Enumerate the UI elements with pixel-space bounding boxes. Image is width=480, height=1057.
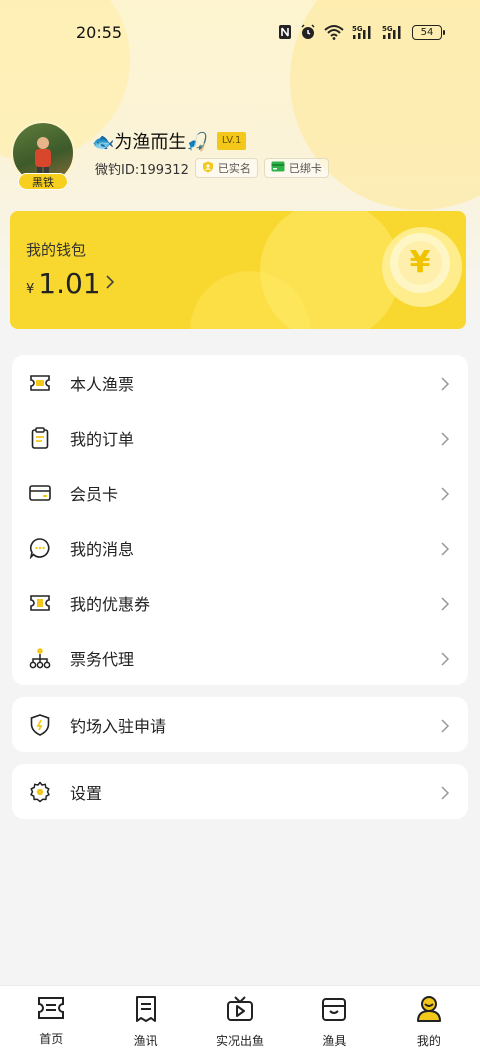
- shield-icon: [28, 713, 52, 737]
- news-icon: [133, 995, 159, 1027]
- member-card-icon: [28, 481, 52, 505]
- menu-label: 我的消息: [70, 539, 135, 559]
- tackle-shop-icon: [320, 995, 348, 1027]
- chevron-right-icon: [438, 718, 452, 733]
- status-time: 20:55: [76, 22, 123, 42]
- chevron-right-icon: [438, 785, 452, 800]
- menu-label: 我的订单: [70, 429, 135, 449]
- ticket-icon: [28, 371, 52, 395]
- tab-news[interactable]: 渔讯: [98, 986, 192, 1057]
- agent-network-icon: [28, 646, 52, 670]
- svg-text:5G: 5G: [352, 25, 363, 33]
- tab-home[interactable]: 首页: [4, 986, 98, 1057]
- tab-label: 实况出鱼: [216, 1034, 265, 1048]
- home-ticket-icon: [36, 995, 66, 1025]
- menu-item-settings[interactable]: 设置: [12, 764, 468, 819]
- order-clipboard-icon: [28, 426, 52, 450]
- chevron-right-icon: [438, 431, 452, 446]
- coupon-icon: [28, 591, 52, 615]
- profile-person-icon: [415, 995, 443, 1027]
- menu-label: 会员卡: [70, 484, 119, 504]
- tab-label: 渔讯: [133, 1034, 158, 1048]
- card-icon: [271, 161, 285, 175]
- user-id: 微钓ID:199312: [95, 162, 189, 178]
- card-bound-tag[interactable]: 已绑卡: [263, 158, 329, 178]
- tab-label: 我的: [416, 1034, 441, 1048]
- menu-item-ticket-agent[interactable]: 票务代理: [12, 630, 468, 685]
- nickname: 🐟为渔而生🎣: [92, 132, 209, 153]
- tab-label: 渔具: [322, 1034, 347, 1048]
- chevron-right-icon: [438, 376, 452, 391]
- status-icons: 5G 5G 54: [278, 24, 445, 40]
- chevron-right-icon: [438, 596, 452, 611]
- tab-tackle[interactable]: 渔具: [287, 986, 381, 1057]
- coin-symbol: ¥: [409, 245, 431, 280]
- main-menu-card: 本人渔票 我的订单 会员卡 我的消息 我的优惠券 票务代理: [12, 355, 468, 685]
- gear-icon: [28, 780, 52, 804]
- wallet-balance[interactable]: ¥ 1.01: [26, 267, 115, 300]
- verified-tag[interactable]: 已实名: [194, 158, 258, 178]
- tab-mine[interactable]: 我的: [382, 986, 476, 1057]
- menu-item-member-card[interactable]: 会员卡: [12, 465, 468, 520]
- svg-text:5G: 5G: [382, 25, 393, 33]
- menu-item-my-orders[interactable]: 我的订单: [12, 410, 468, 465]
- menu-item-my-coupons[interactable]: 我的优惠券: [12, 575, 468, 630]
- id-row: 微钓ID:199312 已实名 已绑卡: [95, 158, 329, 178]
- menu-item-my-messages[interactable]: 我的消息: [12, 520, 468, 575]
- tab-live-fishing[interactable]: 实况出鱼: [193, 986, 287, 1057]
- bottom-nav: 首页 渔讯 实况出鱼 渔具 我的: [0, 985, 480, 1057]
- coin-icon: ¥: [390, 233, 450, 293]
- apply-card: 钓场入驻申请: [12, 697, 468, 752]
- nickname-row: 🐟为渔而生🎣 LV.1: [92, 128, 247, 154]
- wallet-amount: 1.01: [38, 267, 101, 300]
- chevron-right-icon: [438, 541, 452, 556]
- menu-label: 钓场入驻申请: [70, 716, 167, 736]
- wallet-title: 我的钱包: [26, 241, 87, 259]
- verified-icon: [202, 161, 214, 176]
- rank-badge: 黑铁: [18, 173, 68, 190]
- level-badge: LV.1: [216, 132, 247, 150]
- signal-5g-icon: 5G: [352, 24, 374, 40]
- menu-label: 本人渔票: [70, 374, 135, 394]
- avatar[interactable]: 黑铁: [11, 121, 75, 191]
- menu-label: 设置: [70, 783, 103, 803]
- menu-label: 票务代理: [70, 649, 135, 669]
- alarm-icon: [300, 24, 316, 40]
- status-bar: 20:55 5G 5G 54: [0, 18, 480, 46]
- tab-label: 首页: [39, 1032, 64, 1046]
- chevron-right-icon: [105, 274, 115, 294]
- verified-label: 已实名: [217, 162, 251, 175]
- menu-item-venue-apply[interactable]: 钓场入驻申请: [12, 697, 468, 752]
- wallet-card[interactable]: 我的钱包 ¥ 1.01 ¥: [10, 211, 466, 329]
- nfc-icon: [278, 24, 292, 40]
- settings-card: 设置: [12, 764, 468, 819]
- message-bubble-icon: [28, 536, 52, 560]
- wallet-currency: ¥: [26, 282, 35, 297]
- menu-item-my-tickets[interactable]: 本人渔票: [12, 355, 468, 410]
- menu-label: 我的优惠券: [70, 594, 151, 614]
- live-video-icon: [226, 995, 254, 1027]
- chevron-right-icon: [438, 486, 452, 501]
- wifi-icon: [324, 24, 344, 40]
- chevron-right-icon: [438, 651, 452, 666]
- signal-5g-icon: 5G: [382, 24, 404, 40]
- battery-icon: 54: [412, 24, 445, 40]
- card-bound-label: 已绑卡: [288, 162, 322, 175]
